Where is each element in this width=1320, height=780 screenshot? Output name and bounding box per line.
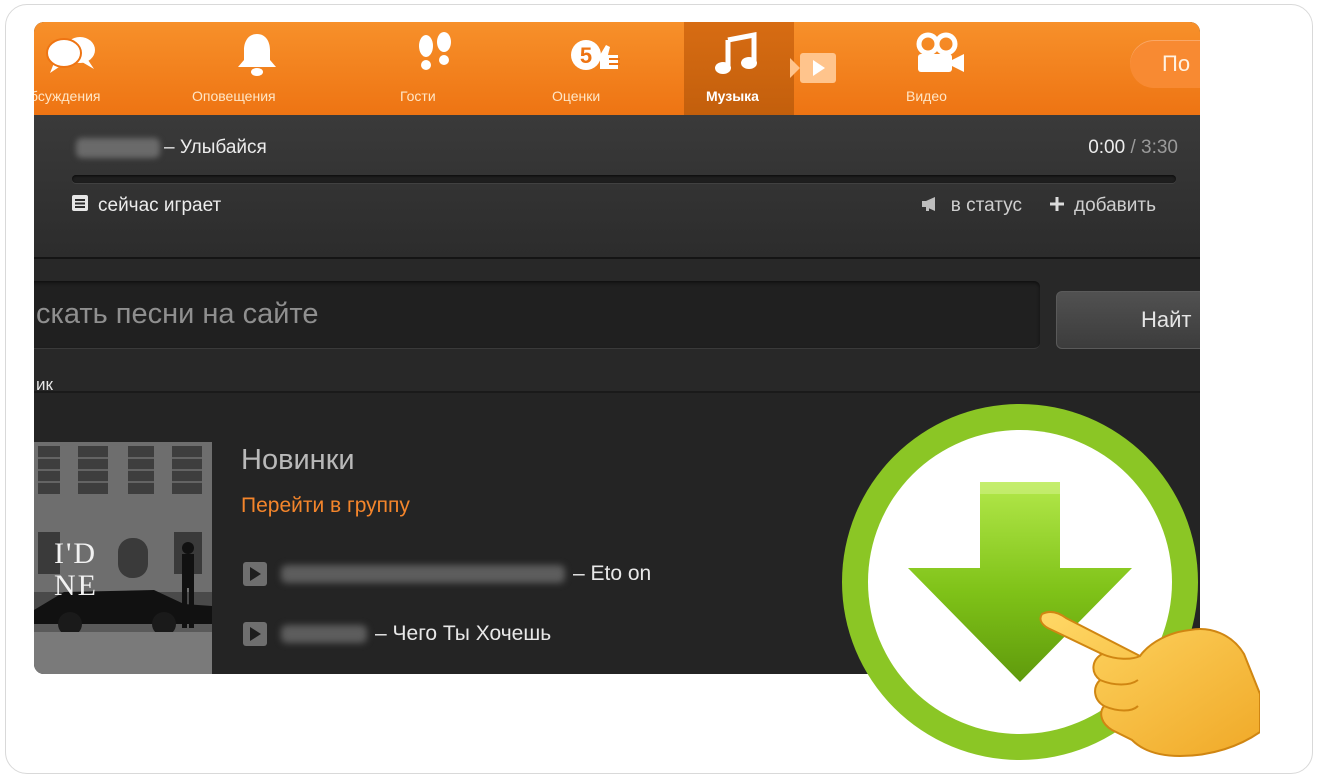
track-time: 0:00 / 3:30 [1088, 137, 1178, 159]
now-playing-label: сейчас играет [98, 195, 222, 216]
nav-label-guests: Гости [400, 88, 436, 104]
add-track-label: добавить [1074, 195, 1156, 216]
section-divider [34, 391, 1200, 393]
nav-label-discussions: бсуждения [34, 88, 101, 104]
bell-icon [230, 32, 284, 78]
nav-item-discussions[interactable]: бсуждения [34, 22, 138, 115]
playlist-icon [72, 195, 88, 217]
artist-name-blurred [76, 138, 160, 158]
time-separator: / [1125, 137, 1142, 158]
nav-item-guests[interactable]: Гости [384, 22, 484, 115]
nav-label-video: Видео [906, 88, 947, 104]
song-row[interactable]: – Eto on [243, 562, 651, 586]
search-area: Найт ик [34, 259, 1200, 394]
megaphone-icon [921, 195, 941, 217]
time-current: 0:00 [1088, 137, 1126, 158]
nav-label-music: Музыка [706, 88, 759, 104]
nav-search-button[interactable]: По [1130, 40, 1200, 88]
song-row[interactable]: – Чего Ты Хочешь [243, 622, 551, 646]
music-note-icon [710, 32, 764, 78]
search-button[interactable]: Найт [1056, 291, 1200, 349]
add-track-button[interactable]: добавить [1050, 195, 1156, 217]
section-title: Новинки [241, 444, 355, 476]
song-title: – Eto on [573, 562, 652, 585]
to-status-label: в статус [950, 195, 1023, 216]
song-title: – Чего Ты Хочешь [375, 622, 552, 645]
now-playing-toggle[interactable]: сейчас играет [72, 195, 221, 217]
to-status-button[interactable]: в статус [921, 195, 1022, 217]
ratings-icon: 5 [568, 32, 622, 78]
play-button[interactable] [243, 622, 267, 646]
nav-item-music[interactable]: Музыка [684, 22, 794, 115]
track-title: – Улыбайся [164, 137, 267, 158]
nav-label-ratings: Оценки [552, 88, 601, 104]
video-camera-icon [912, 32, 966, 78]
top-navigation: бсуждения Оповещения Гости 5 Оценки Музы… [34, 22, 1200, 115]
album-cover[interactable]: I'D NE [34, 442, 212, 674]
nav-item-ratings[interactable]: 5 Оценки [544, 22, 654, 115]
player-actions: в статус добавить [921, 195, 1156, 217]
plus-icon [1050, 195, 1065, 217]
nav-label-notifications: Оповещения [192, 88, 276, 104]
nav-item-video[interactable]: Видео [884, 22, 994, 115]
play-video-icon[interactable] [788, 50, 838, 86]
svg-text:5: 5 [580, 43, 592, 68]
time-total: 3:30 [1141, 137, 1178, 158]
artist-name-blurred [281, 565, 565, 583]
song-search-input[interactable] [34, 281, 1040, 349]
footprints-icon [408, 32, 462, 78]
artist-name-blurred [281, 625, 367, 643]
go-to-group-link[interactable]: Перейти в группу [241, 494, 410, 518]
album-cover-text: I'D NE [54, 537, 98, 602]
nav-item-notifications[interactable]: Оповещения [192, 22, 322, 115]
music-player: – Улыбайся 0:00 / 3:30 сейчас играет в с… [34, 115, 1200, 259]
discussions-icon [44, 32, 98, 78]
download-overlay [840, 394, 1261, 774]
progress-bar[interactable] [72, 175, 1176, 183]
play-button[interactable] [243, 562, 267, 586]
